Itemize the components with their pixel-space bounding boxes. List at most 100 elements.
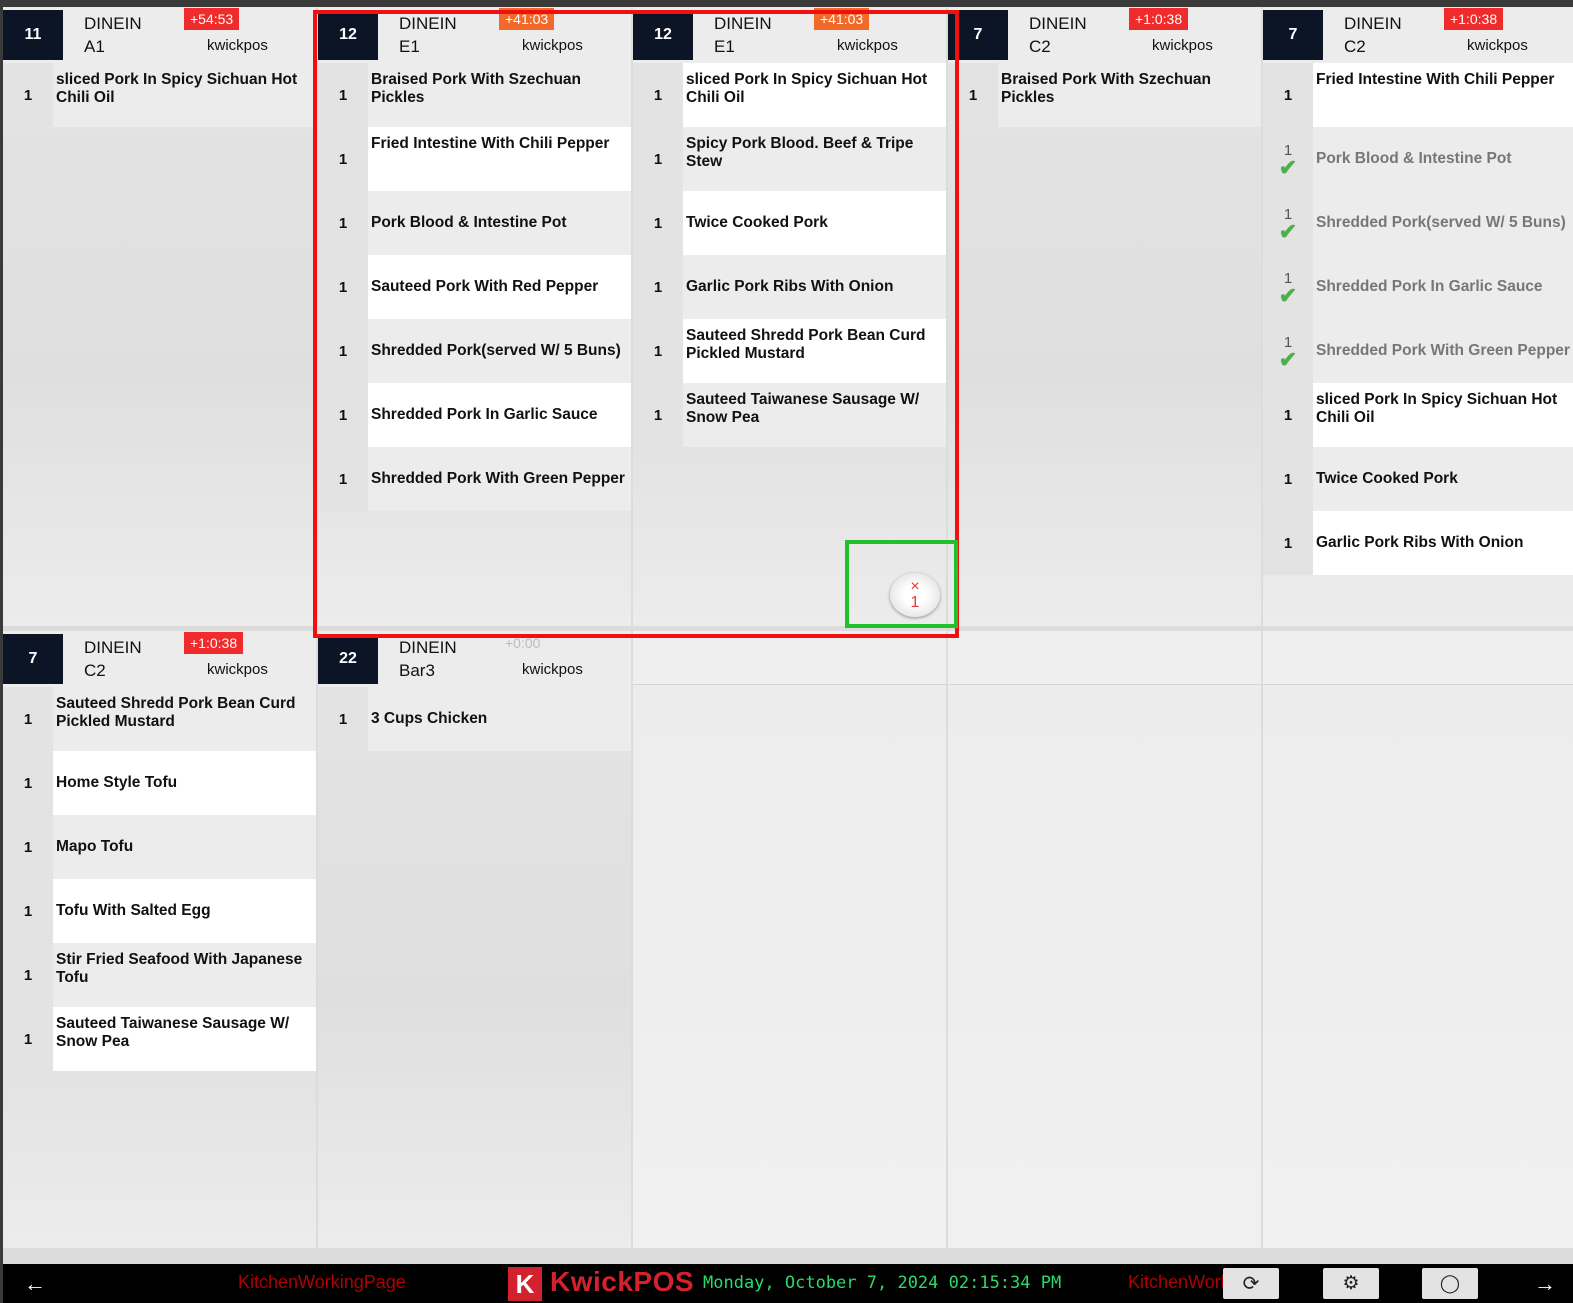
order-type: DINEIN: [84, 14, 142, 33]
empty-ticket-slot: [1263, 631, 1573, 1248]
empty-ticket-slot: [633, 631, 946, 1248]
item-quantity: 1 ✔: [1263, 255, 1313, 319]
ticket-column: 12 DINEIN E1 +41:03 kwickpos 1 sliced Pork In …: [633, 7, 946, 626]
ticket-item[interactable]: 1 ✔ Shredded Pork In Garlic Sauce: [1263, 255, 1573, 319]
ticket-header[interactable]: 11 DINEIN A1 +54:53 kwickpos: [3, 7, 316, 63]
ticket-item[interactable]: 1 Tofu With Salted Egg: [3, 879, 316, 943]
ticket-item[interactable]: 1 Twice Cooked Pork: [1263, 447, 1573, 511]
ticket-item[interactable]: 13 Cups Chicken: [318, 687, 631, 751]
item-name: Sauteed Taiwanese Sausage W/ Snow Pea: [683, 383, 946, 447]
ticket-item[interactable]: 1 sliced Pork In Spicy Sichuan Hot Chili …: [3, 63, 316, 127]
ticket-item[interactable]: 1 ✔ Shredded Pork(served W/ 5 Buns): [1263, 191, 1573, 255]
ticket-item[interactable]: 1 ✔ Shredded Pork With Green Pepper: [1263, 319, 1573, 383]
ticket-item[interactable]: 1 sliced Pork In Spicy Sichuan Hot Chili …: [633, 63, 946, 127]
ticket-item[interactable]: 1 Shredded Pork In Garlic Sauce: [318, 383, 631, 447]
ticket-item[interactable]: 1 Stir Fried Seafood With Japanese Tofu: [3, 943, 316, 1007]
item-name: Twice Cooked Pork: [683, 191, 946, 255]
item-quantity: 1: [633, 383, 683, 447]
ticket-header[interactable]: 7 DINEIN C2 +1:0:38 kwickpos: [948, 7, 1261, 63]
ticket-header[interactable]: 12 DINEIN E1 +41:03 kwickpos: [318, 7, 631, 63]
item-name: Sauteed Shredd Pork Bean Curd Pickled Mu…: [683, 319, 946, 383]
table-name: E1: [399, 37, 420, 56]
item-name: Spicy Pork Blood. Beef & Tripe Stew: [683, 127, 946, 191]
ticket-item[interactable]: 1 ✔ Pork Blood & Intestine Pot: [1263, 127, 1573, 191]
ticket-column: 7 DINEIN C2 +1:0:38 kwickpos 1 Sauteed Shredd …: [3, 631, 316, 1248]
item-name: Shredded Pork In Garlic Sauce: [368, 383, 631, 447]
ticket-item[interactable]: 1 Garlic Pork Ribs With Onion: [633, 255, 946, 319]
kwickpos-logo-icon: K: [508, 1267, 542, 1301]
ticket-item[interactable]: 1 Sauteed Shredd Pork Bean Curd Pickled M…: [3, 687, 316, 751]
ticket-item[interactable]: 1 Mapo Tofu: [3, 815, 316, 879]
ticket-item[interactable]: 1 sliced Pork In Spicy Sichuan Hot Chili …: [1263, 383, 1573, 447]
elapsed-time-badge: +0:00: [505, 635, 541, 651]
order-type: DINEIN: [1344, 14, 1402, 33]
ticket-item[interactable]: 1 Home Style Tofu: [3, 751, 316, 815]
item-name: Braised Pork With Szechuan Pickles: [998, 63, 1261, 127]
item-name: Pork Blood & Intestine Pot: [368, 191, 631, 255]
ticket-item[interactable]: 1 Sauteed Taiwanese Sausage W/ Snow Pea: [3, 1007, 316, 1071]
item-quantity: 1: [318, 191, 368, 255]
order-ticket[interactable]: 7 DINEIN C2 +1:0:38 kwickpos 1 Braised Pork Wi…: [948, 7, 1261, 127]
item-name: Sauteed Pork With Red Pepper: [368, 255, 631, 319]
item-quantity: 1: [3, 879, 53, 943]
order-type: DINEIN: [714, 14, 772, 33]
ticket-header[interactable]: 7 DINEIN C2 +1:0:38 kwickpos: [3, 631, 316, 687]
item-name: Mapo Tofu: [53, 815, 316, 879]
clock-display: Monday, October 7, 2024 02:15:34 PM: [695, 1264, 1153, 1303]
elapsed-time-badge: +41:03: [814, 8, 870, 30]
ticket-item[interactable]: 1 Twice Cooked Pork: [633, 191, 946, 255]
ticket-item[interactable]: 1 Shredded Pork(served W/ 5 Buns): [318, 319, 631, 383]
item-name: 3 Cups Chicken: [368, 687, 631, 751]
order-ticket[interactable]: 12 DINEIN E1 +41:03 kwickpos 1 sliced Pork In …: [633, 7, 946, 447]
item-quantity: 1: [3, 943, 53, 1007]
ticket-header[interactable]: 12 DINEIN E1 +41:03 kwickpos: [633, 7, 946, 63]
elapsed-time-badge: +1:0:38: [1444, 8, 1504, 30]
ticket-item[interactable]: 1 Garlic Pork Ribs With Onion: [1263, 511, 1573, 575]
order-type: DINEIN: [399, 638, 457, 657]
page-name-ghost-right: KitchenWork: [1128, 1272, 1230, 1292]
settings-button[interactable]: ⚙: [1323, 1268, 1379, 1299]
check-icon: ✔: [1278, 346, 1298, 372]
ticket-item[interactable]: 1 Pork Blood & Intestine Pot: [318, 191, 631, 255]
ticket-item[interactable]: 1 Sauteed Shredd Pork Bean Curd Pickled M…: [633, 319, 946, 383]
refresh-icon: ⟳: [1242, 1273, 1260, 1295]
item-quantity: 1: [633, 63, 683, 127]
order-ticket[interactable]: 11 DINEIN A1 +54:53 kwickpos 1 sliced Pork In …: [3, 7, 316, 127]
ticket-item[interactable]: 1 Shredded Pork With Green Pepper: [318, 447, 631, 511]
ticket-item[interactable]: 1 Spicy Pork Blood. Beef & Tripe Stew: [633, 127, 946, 191]
ticket-item[interactable]: 1 Braised Pork With Szechuan Pickles: [318, 63, 631, 127]
ticket-item[interactable]: 1 Sauteed Pork With Red Pepper: [318, 255, 631, 319]
ticket-item[interactable]: 1 Braised Pork With Szechuan Pickles: [948, 63, 1261, 127]
ticket-header[interactable]: 22 DINEIN Bar3 +0:00 kwickpos: [318, 631, 631, 687]
void-count-badge[interactable]: × 1: [890, 573, 940, 617]
item-quantity: 1 ✔: [1263, 191, 1313, 255]
item-name: Shredded Pork(served W/ 5 Buns): [1313, 191, 1573, 255]
gear-icon: ⚙: [1342, 1273, 1360, 1294]
ticket-header[interactable]: 7 DINEIN C2 +1:0:38 kwickpos: [1263, 7, 1573, 63]
item-quantity: 1: [3, 63, 53, 127]
ticket-item[interactable]: 1 Fried Intestine With Chili Pepper: [1263, 63, 1573, 127]
item-quantity: 1: [318, 383, 368, 447]
ticket-item[interactable]: 1 Sauteed Taiwanese Sausage W/ Snow Pea: [633, 383, 946, 447]
order-ticket[interactable]: 7 DINEIN C2 +1:0:38 kwickpos 1 Sauteed Shredd …: [3, 631, 316, 1071]
elapsed-time-badge: +41:03: [499, 8, 555, 30]
item-quantity: 1: [3, 687, 53, 751]
item-quantity: 1: [3, 751, 53, 815]
forward-arrow-icon[interactable]: →: [1525, 1268, 1565, 1299]
server-name: kwickpos: [522, 661, 583, 678]
item-quantity: 1: [3, 1007, 53, 1071]
item-name: Fried Intestine With Chili Pepper: [1313, 63, 1573, 127]
item-quantity: 1 ✔: [1263, 319, 1313, 383]
refresh-button[interactable]: ⟳: [1223, 1268, 1279, 1299]
order-ticket[interactable]: 7 DINEIN C2 +1:0:38 kwickpos 1 Fried Intestine…: [1263, 7, 1573, 575]
server-name: kwickpos: [207, 37, 268, 54]
item-name: Sauteed Taiwanese Sausage W/ Snow Pea: [53, 1007, 316, 1071]
elapsed-time-badge: +1:0:38: [1129, 8, 1189, 30]
order-ticket[interactable]: 22 DINEIN Bar3 +0:00 kwickpos 1 3 Cups Chicken: [318, 631, 631, 751]
ticket-item[interactable]: 1 Fried Intestine With Chili Pepper: [318, 127, 631, 191]
table-name: C2: [1344, 37, 1366, 56]
order-ticket[interactable]: 12 DINEIN E1 +41:03 kwickpos 1 Braised Pork Wi…: [318, 7, 631, 511]
back-arrow-icon[interactable]: ←: [15, 1268, 55, 1299]
toggle-button[interactable]: ◯: [1422, 1268, 1478, 1299]
item-name: Shredded Pork With Green Pepper: [368, 447, 631, 511]
